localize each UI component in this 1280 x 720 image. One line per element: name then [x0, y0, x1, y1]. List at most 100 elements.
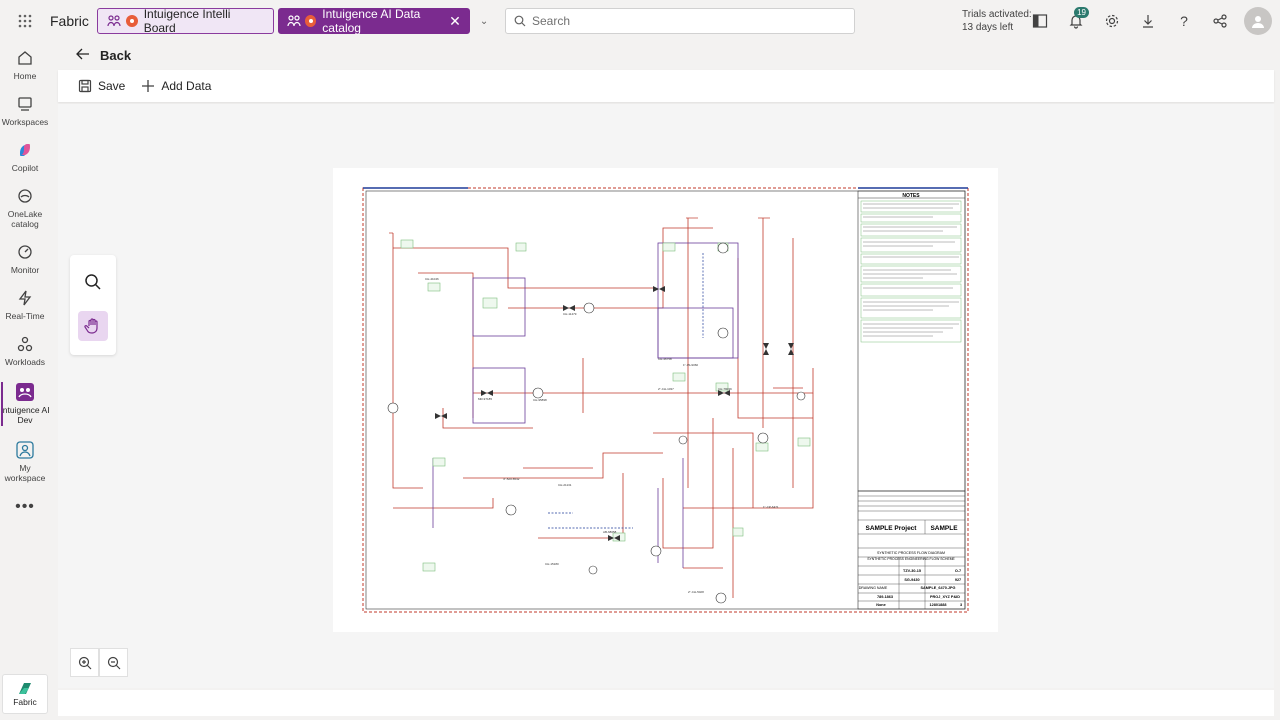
search-tool-button[interactable]: [78, 267, 108, 297]
rail-item-realtime[interactable]: Real-Time: [0, 288, 50, 321]
home-icon: [15, 48, 35, 68]
download-icon[interactable]: [1130, 6, 1166, 36]
rail-label: Real-Time: [5, 311, 45, 321]
svg-text:CH-15180: CH-15180: [545, 562, 559, 566]
diagram-title: SYNTHETIC PROCESS FLOW DIAGRAM: [877, 551, 945, 555]
top-bar: Fabric Intuigence Intelli Board Intuigen…: [0, 0, 1280, 42]
rail-label: My workspace: [4, 463, 46, 483]
onelake-icon: [15, 186, 35, 206]
drawing-number: 12801888: [930, 603, 947, 607]
rail-item-workspaces[interactable]: Workspaces: [0, 94, 50, 127]
revision: 3: [960, 603, 962, 607]
rail-item-my-workspace[interactable]: My workspace: [0, 440, 50, 483]
search-input[interactable]: Search: [505, 8, 855, 34]
plus-icon: [141, 79, 155, 93]
avatar[interactable]: [1244, 7, 1272, 35]
pan-tool-button[interactable]: [78, 311, 108, 341]
svg-text:CH-79039: CH-79039: [718, 387, 732, 391]
rail-label: Home: [13, 71, 37, 81]
tab-label: Intuigence AI Data catalog: [322, 7, 421, 35]
save-icon: [78, 79, 92, 93]
search-icon: [85, 274, 101, 290]
rail-label: Workspaces: [1, 117, 49, 127]
rail-label: Copilot: [11, 163, 39, 173]
svg-text:2"-CH-1037: 2"-CH-1037: [658, 387, 674, 391]
intuigence-icon: [15, 382, 35, 402]
item-type-icon: [305, 15, 317, 27]
add-data-button[interactable]: Add Data: [141, 79, 211, 93]
canvas-tools-panel: [70, 255, 116, 355]
arrow-left-icon: [76, 48, 90, 63]
toolbar: Save Add Data: [58, 70, 1274, 102]
pid-drawing[interactable]: NOTES SAMPLE Project SAMPLE SYNTHETIC PR…: [333, 168, 998, 632]
project-code: TZV-30-15: [903, 569, 921, 573]
scale-value: None: [876, 603, 886, 607]
zoom-in-button[interactable]: [70, 648, 99, 677]
zoom-in-icon: [78, 656, 91, 669]
my-workspace-icon: [15, 440, 35, 460]
rail-footer-label: Fabric: [13, 697, 37, 707]
rail-label: Monitor: [10, 265, 40, 275]
app-launcher-icon[interactable]: [0, 0, 50, 42]
rail-item-workloads[interactable]: Workloads: [0, 334, 50, 367]
bottom-strip: [58, 690, 1274, 716]
notification-count: 19: [1074, 7, 1089, 18]
drawing-name-label: DRAWING NAME: [859, 586, 888, 590]
close-icon[interactable]: ✕: [449, 13, 461, 30]
notes-title: NOTES: [902, 193, 920, 199]
drawing-name: SAMPLE_6470.JPG: [920, 586, 955, 590]
more-icon[interactable]: •••: [0, 499, 50, 515]
svg-text:CH-46758: CH-46758: [658, 357, 672, 361]
realtime-icon: [15, 288, 35, 308]
svg-text:CH-41046: CH-41046: [425, 277, 439, 281]
rail-item-home[interactable]: Home: [0, 48, 50, 81]
pid-diagram: NOTES SAMPLE Project SAMPLE SYNTHETIC PR…: [362, 187, 969, 613]
gear-icon[interactable]: [1094, 6, 1130, 36]
share-icon[interactable]: [1202, 6, 1238, 36]
rail-label: Workloads: [5, 357, 45, 367]
left-rail: Home Workspaces Copilot OneLake catalog …: [0, 42, 50, 720]
item-type-icon: [125, 15, 138, 27]
svg-text:CH-21131: CH-21131: [558, 483, 572, 487]
help-icon[interactable]: ?: [1166, 6, 1202, 36]
rail-label: Intuigence AI Dev: [0, 405, 50, 425]
search-placeholder: Search: [532, 14, 571, 28]
zoom-out-icon: [107, 656, 120, 669]
brand-label[interactable]: Fabric: [50, 13, 89, 29]
bell-icon[interactable]: 19: [1058, 6, 1094, 36]
rail-item-monitor[interactable]: Monitor: [0, 242, 50, 275]
rail-label: OneLake catalog: [7, 209, 43, 229]
workspace-icon: [287, 13, 301, 29]
panel-toggle-icon[interactable]: [1022, 6, 1058, 36]
workspaces-icon: [15, 94, 35, 114]
zoom-out-button[interactable]: [99, 648, 128, 677]
rail-item-copilot[interactable]: Copilot: [0, 140, 50, 173]
chevron-down-icon[interactable]: ⌄: [480, 16, 488, 27]
unit-value: 789-1863: [877, 595, 893, 599]
back-label: Back: [100, 47, 132, 63]
tab-ai-data-catalog[interactable]: Intuigence AI Data catalog ✕: [277, 7, 470, 35]
project-label: SAMPLE Project: [866, 525, 918, 532]
fabric-logo-icon: [19, 683, 31, 694]
workspace-icon: [106, 13, 122, 29]
back-button[interactable]: Back: [58, 42, 131, 68]
rail-item-intuigence-ai-dev[interactable]: Intuigence AI Dev: [0, 382, 50, 426]
tab-intelli-board[interactable]: Intuigence Intelli Board: [96, 7, 274, 35]
copilot-icon: [15, 140, 35, 160]
add-data-label: Add Data: [161, 79, 212, 93]
svg-text:4"-520-6542: 4"-520-6542: [503, 477, 520, 481]
svg-text:AB-68058: AB-68058: [603, 530, 617, 534]
tab-label: Intuigence Intelli Board: [143, 7, 231, 35]
svg-text:CH-95898: CH-95898: [533, 398, 547, 402]
save-button[interactable]: Save: [78, 79, 125, 93]
rail-item-onelake[interactable]: OneLake catalog: [0, 186, 50, 229]
org-code: O-7: [955, 569, 961, 573]
zoom-controls: [70, 648, 128, 677]
hand-icon: [84, 318, 98, 334]
fabric-switcher[interactable]: Fabric: [2, 674, 48, 714]
svg-text:1"-CP-6471: 1"-CP-6471: [763, 505, 779, 509]
svg-text:2"-CH-5028: 2"-CH-5028: [688, 590, 704, 594]
sample-label: SAMPLE: [930, 525, 958, 532]
monitor-icon: [15, 242, 35, 262]
contract-no: SG-9430: [904, 578, 919, 582]
